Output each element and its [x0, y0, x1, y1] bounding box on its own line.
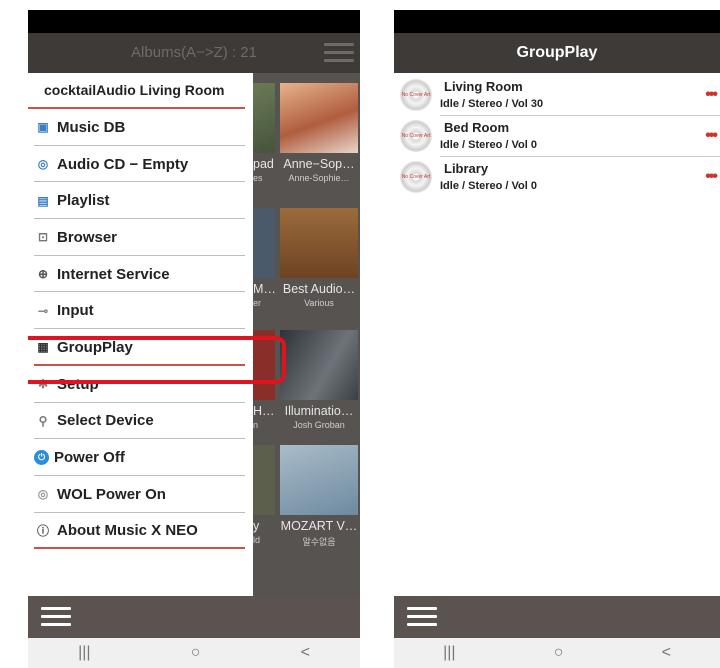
audio-cd-icon: ◎: [37, 157, 49, 172]
recents-button[interactable]: |||: [78, 644, 90, 662]
group-name: Bed Room: [444, 120, 509, 135]
menu-item-wol-power-on[interactable]: ◎ WOL Power On: [28, 476, 253, 513]
group-status: Idle / Stereo / Vol 30: [440, 98, 544, 110]
album-artist: Anne-Sophie…: [288, 173, 350, 183]
album-cover: [280, 330, 358, 400]
album-title: Anne−Sop…: [283, 157, 355, 171]
search-icon: ⚲: [38, 413, 48, 428]
album-cover: [280, 83, 358, 153]
input-icon: ⊸: [37, 303, 49, 318]
app-bar: GroupPlay: [394, 33, 720, 73]
album-tile[interactable]: Illuminatio… Josh Groban: [280, 330, 358, 430]
menu-item-label: Select Device: [57, 412, 154, 430]
album-artist: ld: [253, 535, 261, 545]
status-bar: [394, 10, 720, 33]
music-db-icon: ▣: [37, 120, 49, 135]
group-name: Library: [444, 161, 489, 176]
menu-icon[interactable]: [41, 607, 71, 627]
group-status: Idle / Stereo / Vol 0: [440, 180, 537, 192]
left-screen: Albums(A−>Z) : 21 pad es Anne−Sop… Anne-…: [28, 10, 360, 668]
app-bar: Albums(A−>Z) : 21: [28, 33, 360, 73]
navigation-drawer: cocktailAudio Living Room ▣ Music DB ◎ Aud…: [28, 73, 286, 596]
group-status: Idle / Stereo / Vol 0: [440, 139, 537, 151]
home-button[interactable]: ○: [191, 644, 201, 662]
menu-item-label: Input: [57, 302, 94, 320]
album-tile[interactable]: MOZART V… 알수없음: [280, 445, 358, 548]
album-tile[interactable]: pad es: [253, 83, 275, 183]
info-icon: ⓘ: [36, 524, 49, 539]
more-options-icon[interactable]: •••: [705, 127, 718, 145]
back-button[interactable]: <: [662, 644, 671, 662]
menu-item-label: Browser: [57, 228, 118, 246]
album-tile[interactable]: Best Audio… Various: [280, 208, 358, 308]
back-button[interactable]: <: [301, 644, 310, 662]
album-title: H…: [253, 404, 275, 418]
menu-item-music-db[interactable]: ▣ Music DB: [28, 109, 253, 146]
menu-item-playlist[interactable]: ▤ Playlist: [28, 182, 253, 220]
playlist-icon: ▤: [37, 193, 49, 208]
wol-icon: ◎: [37, 487, 49, 502]
album-cover: [253, 83, 275, 153]
group-row-library[interactable]: No Cover Art Library Idle / Stereo / Vol…: [394, 157, 720, 198]
menu-item-audio-cd[interactable]: ◎ Audio CD − Empty: [28, 146, 253, 183]
drawer-device-name: cocktailAudio Living Room: [28, 73, 245, 109]
browser-icon: ⊡: [37, 230, 49, 245]
recents-button[interactable]: |||: [443, 644, 455, 662]
menu-item-browser[interactable]: ⊡ Browser: [28, 219, 253, 256]
album-artist: er: [253, 298, 262, 308]
menu-item-select-device[interactable]: ⚲ Select Device: [28, 403, 253, 440]
album-title: MOZART V…: [280, 519, 358, 533]
menu-item-label: Internet Service: [57, 265, 170, 283]
globe-icon: ⊕: [37, 267, 49, 282]
album-cover: [280, 445, 358, 515]
menu-item-power-off[interactable]: ⏻ Power Off: [28, 439, 253, 476]
album-title: M…: [253, 282, 275, 296]
menu-item-label: Power Off: [54, 449, 125, 467]
album-title: Best Audio…: [282, 282, 356, 296]
album-art-icon: No Cover Art: [400, 79, 432, 111]
more-options-icon[interactable]: •••: [705, 168, 718, 186]
menu-item-label: WOL Power On: [57, 485, 166, 503]
menu-item-label: About Music X NEO: [57, 522, 198, 540]
album-cover: [253, 208, 275, 278]
menu-item-internet-service[interactable]: ⊕ Internet Service: [28, 256, 253, 293]
group-name: Living Room: [444, 79, 523, 94]
album-cover: [253, 445, 275, 515]
album-artist: Various: [304, 298, 334, 308]
album-tile[interactable]: M… er: [253, 208, 275, 308]
album-artist: n: [253, 420, 259, 430]
home-button[interactable]: ○: [554, 644, 564, 662]
system-nav-bar: ||| ○ <: [28, 638, 360, 668]
group-row-bed-room[interactable]: No Cover Art Bed Room Idle / Stereo / Vo…: [394, 116, 720, 157]
album-title: Illuminatio…: [284, 404, 354, 418]
menu-icon[interactable]: [407, 607, 437, 627]
album-tile[interactable]: y ld: [253, 445, 275, 545]
album-tile[interactable]: Anne−Sop… Anne-Sophie…: [280, 83, 358, 183]
more-options-icon[interactable]: •••: [705, 86, 718, 104]
album-artist: es: [253, 173, 263, 183]
albums-title: Albums(A−>Z) : 21: [131, 44, 257, 61]
menu-item-label: Audio CD − Empty: [57, 155, 189, 173]
group-row-living-room[interactable]: No Cover Art Living Room Idle / Stereo /…: [394, 75, 720, 116]
menu-icon[interactable]: [324, 43, 354, 63]
album-art-icon: No Cover Art: [400, 161, 432, 193]
menu-item-about[interactable]: ⓘ About Music X NEO: [28, 513, 253, 550]
menu-item-input[interactable]: ⊸ Input: [28, 292, 253, 330]
album-art-icon: No Cover Art: [400, 120, 432, 152]
album-artist: Josh Groban: [293, 420, 345, 430]
bottom-bar: [28, 596, 360, 638]
power-icon: ⏻: [34, 450, 49, 466]
album-title: pad: [253, 157, 274, 171]
album-artist: 알수없음: [302, 537, 336, 547]
system-nav-bar: ||| ○ <: [394, 638, 720, 668]
album-title: y: [253, 519, 260, 533]
menu-item-label: Playlist: [57, 192, 110, 210]
groupplay-highlight: [28, 336, 286, 384]
bottom-bar: [394, 596, 720, 638]
right-screen: GroupPlay No Cover Art Living Room Idle …: [394, 10, 720, 668]
status-bar: [28, 10, 360, 33]
page-title: GroupPlay: [516, 44, 598, 61]
menu-item-label: Music DB: [57, 118, 126, 136]
album-cover: [280, 208, 358, 278]
